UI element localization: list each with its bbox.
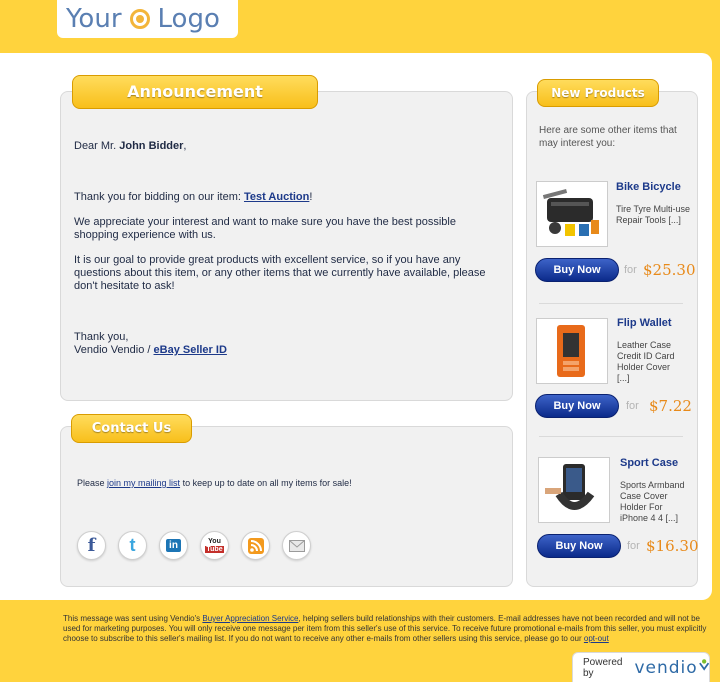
item-link[interactable]: Test Auction xyxy=(244,191,309,203)
footer-text-1: This message was sent using Vendio's xyxy=(63,614,203,623)
sign-off: Thank you, xyxy=(74,331,129,343)
greeting-prefix: Dear Mr. xyxy=(74,140,120,152)
thanks-suffix: ! xyxy=(309,191,313,203)
footer-disclaimer: This message was sent using Vendio's Buy… xyxy=(63,614,708,644)
new-products-tab: New Products xyxy=(537,79,659,107)
logo-text-right: Logo xyxy=(157,4,220,34)
vendio-leaf-icon xyxy=(698,659,709,671)
greeting: Dear Mr. John Bidder, xyxy=(74,140,494,153)
linkedin-icon[interactable]: in xyxy=(159,531,188,560)
product-title[interactable]: Sport Case xyxy=(620,457,678,469)
appreciation-paragraph: We appreciate your interest and want to … xyxy=(74,216,456,241)
buy-now-button[interactable]: Buy Now xyxy=(535,258,619,282)
price-for-label: for xyxy=(624,264,637,276)
greeting-suffix: , xyxy=(183,140,187,152)
logo-ring-icon xyxy=(129,9,150,29)
facebook-icon[interactable]: f xyxy=(77,531,106,560)
thanks-prefix: Thank you for bidding on our item: xyxy=(74,191,244,203)
contact-panel xyxy=(60,426,513,587)
product-description: Sports Armband Case Cover Holder For iPh… xyxy=(620,480,685,523)
seller-id-link[interactable]: eBay Seller ID xyxy=(154,344,227,356)
product-image-bike-tools[interactable] xyxy=(536,181,608,247)
mailing-prefix: Please xyxy=(77,478,108,488)
seller-name: Vendio Vendio / xyxy=(74,344,154,356)
logo-text-left: Your xyxy=(66,4,122,34)
powered-by-badge[interactable]: Powered by vendio xyxy=(572,652,710,682)
new-products-tab-label: New Products xyxy=(551,86,645,100)
announcement-tab: Announcement xyxy=(72,75,318,109)
new-products-intro: Here are some other items that may inter… xyxy=(539,125,677,149)
product-divider xyxy=(539,303,683,304)
product-price: $7.22 xyxy=(649,397,692,415)
product-image-wallet-case[interactable] xyxy=(536,318,608,384)
youtube-icon[interactable]: You Tube xyxy=(200,531,229,560)
product-price: $25.30 xyxy=(643,261,696,279)
product-price: $16.30 xyxy=(646,537,699,555)
twitter-icon[interactable]: t xyxy=(118,531,147,560)
product-description: Leather Case Credit ID Card Holder Cover… xyxy=(617,340,675,383)
product-title[interactable]: Flip Wallet xyxy=(617,317,672,329)
product-title[interactable]: Bike Bicycle xyxy=(616,181,681,193)
product-divider xyxy=(539,436,683,437)
buy-now-button[interactable]: Buy Now xyxy=(537,534,621,558)
rss-icon[interactable] xyxy=(241,531,270,560)
mailing-suffix: to keep up to date on all my items for s… xyxy=(180,478,352,488)
vendio-logo: vendio xyxy=(634,658,698,678)
mailing-list-link[interactable]: join my mailing list xyxy=(107,478,180,488)
goal-paragraph: It is our goal to provide great products… xyxy=(74,254,486,292)
buy-now-button[interactable]: Buy Now xyxy=(535,394,619,418)
mailing-line: Please join my mailing list to keep up t… xyxy=(77,477,497,490)
price-for-label: for xyxy=(627,540,640,552)
contact-tab-label: Contact Us xyxy=(91,421,172,436)
bidder-name: John Bidder xyxy=(119,140,184,152)
price-for-label: for xyxy=(626,400,639,412)
powered-by-label: Powered by xyxy=(583,657,623,679)
contact-tab: Contact Us xyxy=(71,414,192,443)
thanks-line: Thank you for bidding on our item: Test … xyxy=(74,191,499,204)
product-description: Tire Tyre Multi-use Repair Tools [...] xyxy=(616,204,691,225)
opt-out-link[interactable]: opt-out xyxy=(584,634,609,643)
announcement-tab-label: Announcement xyxy=(127,82,263,101)
product-image-armband[interactable] xyxy=(538,457,610,523)
buyer-appreciation-link[interactable]: Buyer Appreciation Service xyxy=(202,614,298,623)
seller-line: Vendio Vendio / eBay Seller ID xyxy=(74,344,374,357)
email-icon[interactable] xyxy=(282,531,311,560)
logo: Your Logo xyxy=(57,0,238,38)
